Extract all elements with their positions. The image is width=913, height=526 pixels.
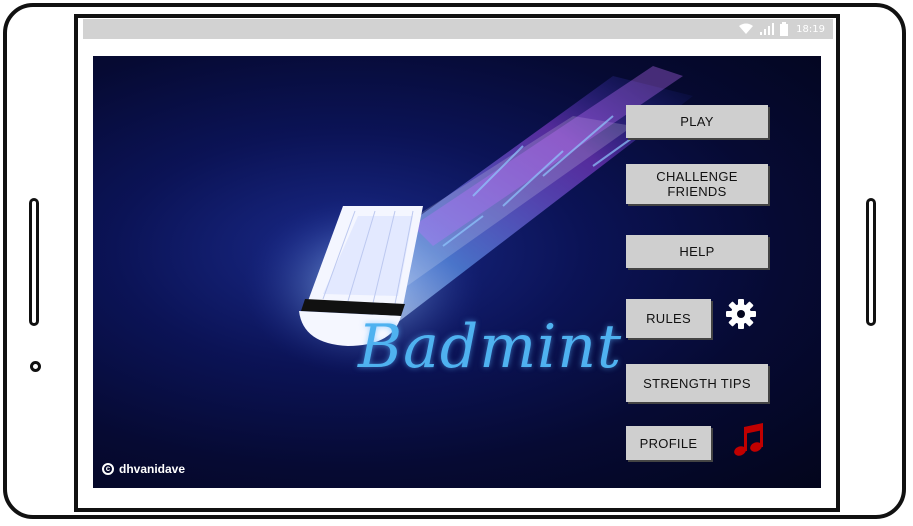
music-note-icon[interactable] [733, 423, 763, 457]
clock: 18:19 [796, 23, 825, 35]
copyright-icon: c [102, 463, 114, 475]
status-bar: 18:19 [83, 19, 833, 39]
signal-icon [760, 23, 775, 35]
camera-dot [30, 361, 41, 372]
gear-icon[interactable] [725, 298, 757, 330]
right-side-button [866, 198, 876, 326]
rules-button[interactable]: RULES [626, 299, 711, 338]
challenge-friends-button[interactable]: CHALLENGE FRIENDS [626, 164, 768, 204]
help-button[interactable]: HELP [626, 235, 768, 268]
play-button[interactable]: PLAY [626, 105, 768, 138]
wifi-icon [739, 23, 754, 34]
copyright-text: dhvanidave [119, 462, 186, 476]
strength-tips-button[interactable]: STRENGTH TIPS [626, 364, 768, 402]
battery-icon [780, 22, 789, 36]
brand-logo-text: Badmint [358, 312, 623, 382]
profile-button[interactable]: PROFILE [626, 426, 711, 460]
copyright: c dhvanidave [102, 462, 185, 476]
left-side-button [29, 198, 39, 326]
